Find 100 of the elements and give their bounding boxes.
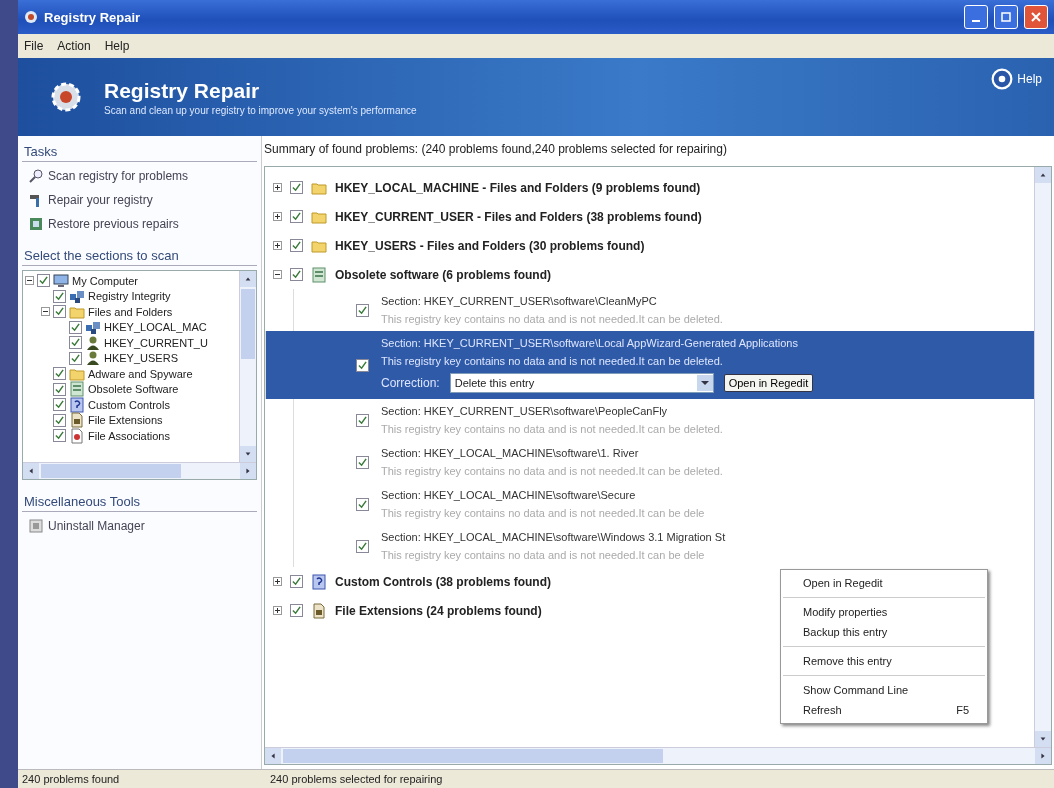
close-button[interactable] xyxy=(1024,5,1048,29)
checkbox[interactable] xyxy=(69,351,82,365)
help-link[interactable]: Help xyxy=(991,68,1042,90)
checkbox[interactable] xyxy=(356,358,369,372)
header-title: Registry Repair xyxy=(104,78,261,103)
menu-item[interactable]: Refresh F5 xyxy=(781,700,987,720)
tree-item[interactable]: Adware and Spyware xyxy=(88,367,193,380)
document-icon xyxy=(69,412,85,429)
checkbox[interactable] xyxy=(356,539,369,553)
maximize-button[interactable] xyxy=(994,5,1018,29)
checkbox[interactable] xyxy=(290,239,303,252)
scroll-right-icon xyxy=(244,467,252,475)
group-label[interactable]: HKEY_LOCAL_MACHINE - Files and Folders (9 problems found) xyxy=(335,180,701,195)
entry-description: This registry key contains no data and is not needed.It can be dele xyxy=(381,507,705,519)
summary-text: Summary of found problems: (240 problems found,240 problems selected for repairing) xyxy=(264,141,728,158)
user-icon xyxy=(85,350,101,367)
checkbox[interactable] xyxy=(290,575,303,588)
menu-item[interactable]: Remove this entry xyxy=(781,651,987,671)
status-text: 240 problems selected for repairing xyxy=(269,773,444,785)
scrollbar[interactable] xyxy=(265,747,1051,764)
menu-item[interactable]: Action xyxy=(57,39,91,53)
checkbox[interactable] xyxy=(53,305,66,319)
user-icon xyxy=(85,334,101,351)
task-link[interactable]: Restore previous repairs xyxy=(48,217,179,231)
task-link[interactable]: Repair your registry xyxy=(48,193,153,207)
group-label[interactable]: File Extensions (24 problems found) xyxy=(335,603,542,618)
entry-description: This registry key contains no data and is not needed.It can be deleted. xyxy=(381,423,723,435)
tree-item[interactable]: File Extensions xyxy=(88,414,163,427)
entry-section: Section: HKEY_CURRENT_USER\software\CleanMyPC xyxy=(381,295,723,307)
checkbox[interactable] xyxy=(53,413,66,427)
menu-item[interactable]: File xyxy=(24,39,44,53)
expand-icon[interactable] xyxy=(273,183,282,192)
tree-item[interactable]: HKEY_LOCAL_MAC xyxy=(104,321,207,334)
entry-description: This registry key contains no data and is not needed.It can be deleted. xyxy=(381,355,724,367)
expand-icon[interactable] xyxy=(273,606,282,615)
expand-icon[interactable] xyxy=(273,577,282,586)
entry-section: Section: HKEY_CURRENT_USER\software\Local AppWizard-Generated Applications xyxy=(381,337,814,349)
entry-row[interactable]: Section: HKEY_CURRENT_USER\software\Local AppWizard-Generated Applications This registry key contains no data and is not needed.It can be deleted. Correction: Delete this entry Open in Regedit xyxy=(265,331,1034,399)
minimize-button[interactable] xyxy=(964,5,988,29)
tree-item[interactable]: Registry Integrity xyxy=(88,290,171,303)
menu-item[interactable]: Modify properties xyxy=(781,602,987,622)
collapse-icon[interactable] xyxy=(41,307,50,317)
tree-item[interactable]: Files and Folders xyxy=(88,305,173,318)
checkbox[interactable] xyxy=(37,274,50,288)
cubes-icon xyxy=(69,288,85,305)
header-subtitle: Scan and clean up your registry to improve your system's performance xyxy=(104,104,417,116)
help-icon xyxy=(991,68,1014,90)
checkbox[interactable] xyxy=(356,413,369,427)
collapse-icon[interactable] xyxy=(273,270,282,279)
tree-item[interactable]: File Associations xyxy=(88,429,170,442)
entry-section: Section: HKEY_CURRENT_USER\software\PeopleCanFly xyxy=(381,405,723,417)
group-label[interactable]: HKEY_USERS - Files and Folders (30 problems found) xyxy=(335,238,645,253)
checkbox[interactable] xyxy=(290,604,303,617)
collapse-icon[interactable] xyxy=(25,276,34,286)
app-icon xyxy=(24,10,38,24)
entry-section: Section: HKEY_LOCAL_MACHINE\software\Secure xyxy=(381,489,705,501)
checkbox[interactable] xyxy=(356,303,369,317)
window-title: Registry Repair xyxy=(44,9,141,25)
checkbox[interactable] xyxy=(69,336,82,350)
checkbox[interactable] xyxy=(53,382,66,396)
menu-item[interactable]: Backup this entry xyxy=(781,622,987,642)
tree-item[interactable]: HKEY_CURRENT_U xyxy=(104,336,208,349)
scrollbar[interactable] xyxy=(239,271,256,462)
group-label[interactable]: Obsolete software (6 problems found) xyxy=(335,267,552,282)
menu-item[interactable]: Open in Regedit xyxy=(781,573,987,593)
menu-item[interactable]: Help xyxy=(104,39,130,53)
entry-description: This registry key contains no data and is not needed.It can be deleted. xyxy=(381,313,723,325)
checkbox[interactable] xyxy=(290,181,303,194)
task-link[interactable]: Scan registry for problems xyxy=(48,169,189,183)
checkbox[interactable] xyxy=(53,367,66,381)
status-text: 240 problems found xyxy=(21,773,121,785)
scroll-up-icon xyxy=(244,275,252,283)
tree-item[interactable]: Custom Controls xyxy=(88,398,170,411)
group-label[interactable]: Custom Controls (38 problems found) xyxy=(335,574,551,589)
checkbox[interactable] xyxy=(69,320,82,334)
tree-item[interactable]: My Computer xyxy=(72,274,139,287)
expand-icon[interactable] xyxy=(273,241,282,250)
tree-item[interactable]: HKEY_USERS xyxy=(104,352,178,365)
entry-section: Section: HKEY_LOCAL_MACHINE\software\Windows 3.1 Migration St xyxy=(381,531,726,543)
section-title: Select the sections to scan xyxy=(22,246,257,266)
expand-icon[interactable] xyxy=(273,212,282,221)
application-icon xyxy=(69,381,85,398)
menu-item[interactable]: Show Command Line xyxy=(781,680,987,700)
checkbox[interactable] xyxy=(356,497,369,511)
checkbox[interactable] xyxy=(290,210,303,223)
checkbox[interactable] xyxy=(290,268,303,281)
scrollbar[interactable] xyxy=(1034,167,1051,747)
tree-item[interactable]: Obsolete Software xyxy=(88,383,179,396)
scrollbar[interactable] xyxy=(23,462,256,479)
scroll-left-icon xyxy=(269,752,277,760)
correction-dropdown[interactable]: Delete this entry xyxy=(449,373,714,393)
checkbox[interactable] xyxy=(53,429,66,443)
group-label[interactable]: HKEY_CURRENT_USER - Files and Folders (38 problems found) xyxy=(335,209,702,224)
search-icon xyxy=(28,168,44,184)
scroll-up-icon xyxy=(1039,171,1047,179)
open-regedit-button[interactable]: Open in Regedit xyxy=(723,374,814,392)
checkbox[interactable] xyxy=(53,398,66,412)
checkbox[interactable] xyxy=(356,455,369,469)
tool-link[interactable]: Uninstall Manager xyxy=(48,519,145,533)
checkbox[interactable] xyxy=(53,289,66,303)
